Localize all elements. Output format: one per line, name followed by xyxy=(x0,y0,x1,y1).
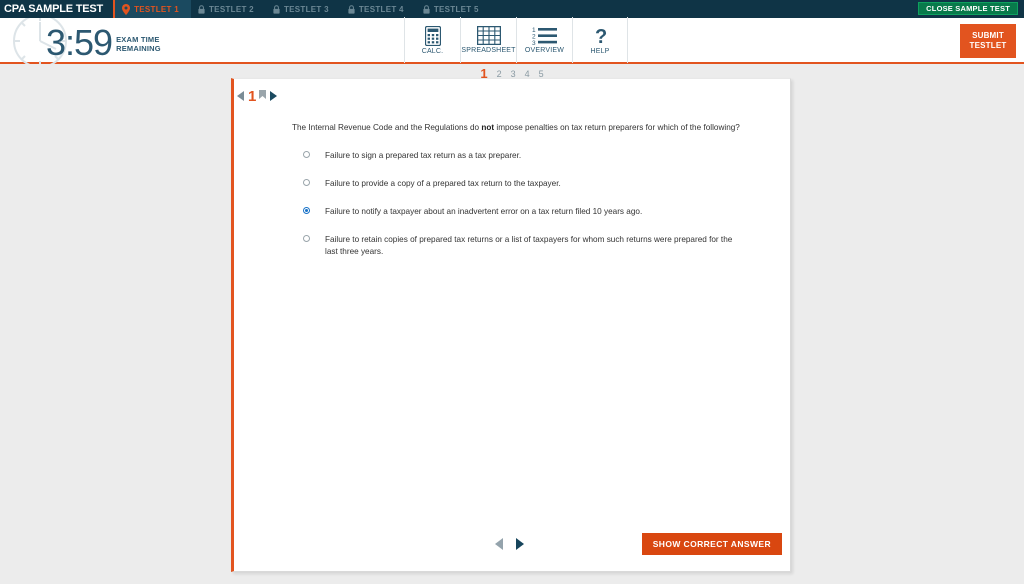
answer-option-2[interactable]: Failure to provide a copy of a prepared … xyxy=(292,178,756,190)
tool-label: HELP xyxy=(590,47,610,55)
panel-footer: SHOW CORRECT ANSWER xyxy=(234,533,790,555)
submit-line-2: TESTLET xyxy=(969,41,1007,50)
show-correct-answer-button[interactable]: SHOW CORRECT ANSWER xyxy=(641,533,782,555)
calculator-icon xyxy=(424,25,441,46)
tool-label: SPREADSHEET xyxy=(461,47,516,54)
tab-testlet-5[interactable]: TESTLET 5 xyxy=(416,0,491,18)
exam-timer: 3:59 EXAM TIME REMAINING xyxy=(0,14,161,68)
lock-icon xyxy=(273,4,280,14)
triangle-left-icon[interactable] xyxy=(237,88,245,106)
current-question-number: 1 xyxy=(248,88,257,105)
triangle-right-icon[interactable] xyxy=(269,88,278,106)
radio-button[interactable] xyxy=(303,235,310,242)
help-tool-button[interactable]: ? HELP xyxy=(572,17,628,63)
triangle-left-icon[interactable] xyxy=(495,538,504,550)
timer-label-line2: REMAINING xyxy=(116,44,161,53)
prompt-part-1: The Internal Revenue Code and the Regula… xyxy=(292,123,482,132)
top-navigation-bar: CPA SAMPLE TEST TESTLET 1 TESTLET 2 TEST… xyxy=(0,0,1024,18)
tab-testlet-3[interactable]: TESTLET 3 xyxy=(266,0,341,18)
radio-button-selected[interactable] xyxy=(303,207,310,214)
question-prompt: The Internal Revenue Code and the Regula… xyxy=(292,122,756,134)
tool-label: CALC. xyxy=(421,47,444,55)
tool-buttons-group: CALC. SPREADSHEET 1 2 3 OVERVIEW ? HELP xyxy=(404,17,628,63)
lock-icon xyxy=(423,4,430,14)
answer-option-label: Failure to notify a taxpayer about an in… xyxy=(325,207,643,216)
timer-value: 3:59 xyxy=(46,22,113,63)
numbered-list-icon: 1 2 3 xyxy=(532,26,558,45)
answer-option-label: Failure to retain copies of prepared tax… xyxy=(325,235,733,256)
tool-label: OVERVIEW xyxy=(524,47,565,54)
tab-label: TESTLET 2 xyxy=(209,4,254,14)
app-brand-title: CPA SAMPLE TEST xyxy=(4,3,104,15)
tab-testlet-1[interactable]: TESTLET 1 xyxy=(113,0,191,18)
tab-testlet-2[interactable]: TESTLET 2 xyxy=(191,0,266,18)
answer-option-1[interactable]: Failure to sign a prepared tax return as… xyxy=(292,150,756,162)
lock-icon xyxy=(198,4,205,14)
answer-option-label: Failure to sign a prepared tax return as… xyxy=(325,151,522,160)
timer-label: EXAM TIME REMAINING xyxy=(112,35,161,62)
answer-option-4[interactable]: Failure to retain copies of prepared tax… xyxy=(292,234,756,258)
tab-label: TESTLET 3 xyxy=(283,4,329,14)
tab-label: TESTLET 1 xyxy=(134,4,179,14)
spreadsheet-icon xyxy=(476,26,501,45)
tab-testlet-4[interactable]: TESTLET 4 xyxy=(341,0,416,18)
submit-line-1: SUBMIT xyxy=(972,31,1004,40)
triangle-right-icon[interactable] xyxy=(515,538,524,550)
question-navigator: 1 xyxy=(234,79,790,108)
bookmark-icon[interactable] xyxy=(259,86,267,104)
footer-navigation-arrows xyxy=(495,538,524,550)
answer-option-3[interactable]: Failure to notify a taxpayer about an in… xyxy=(292,206,756,218)
prompt-emphasis: not xyxy=(481,123,495,132)
timer-label-line1: EXAM TIME xyxy=(116,35,160,44)
prompt-part-2: impose penalties on tax return preparers… xyxy=(494,123,740,132)
overview-tool-button[interactable]: 1 2 3 OVERVIEW xyxy=(516,17,572,63)
answer-option-label: Failure to provide a copy of a prepared … xyxy=(325,179,561,188)
radio-button[interactable] xyxy=(303,151,310,158)
lock-icon xyxy=(348,4,355,14)
spreadsheet-tool-button[interactable]: SPREADSHEET xyxy=(460,17,516,63)
calculator-tool-button[interactable]: CALC. xyxy=(404,17,460,63)
map-pin-icon xyxy=(122,3,131,15)
tab-label: TESTLET 4 xyxy=(358,4,404,14)
close-sample-test-button[interactable]: CLOSE SAMPLE TEST xyxy=(918,2,1018,15)
tab-label: TESTLET 5 xyxy=(433,4,479,14)
submit-testlet-button[interactable]: SUBMIT TESTLET xyxy=(960,24,1016,58)
question-body: The Internal Revenue Code and the Regula… xyxy=(234,108,790,258)
radio-button[interactable] xyxy=(303,179,310,186)
svg-text:3: 3 xyxy=(532,40,536,45)
question-panel: 1 The Internal Revenue Code and the Regu… xyxy=(231,78,791,572)
question-mark-icon: ? xyxy=(592,26,608,46)
exam-toolbar: 3:59 EXAM TIME REMAINING CALC. SPREADSHE… xyxy=(0,14,1024,68)
svg-text:?: ? xyxy=(595,26,607,46)
